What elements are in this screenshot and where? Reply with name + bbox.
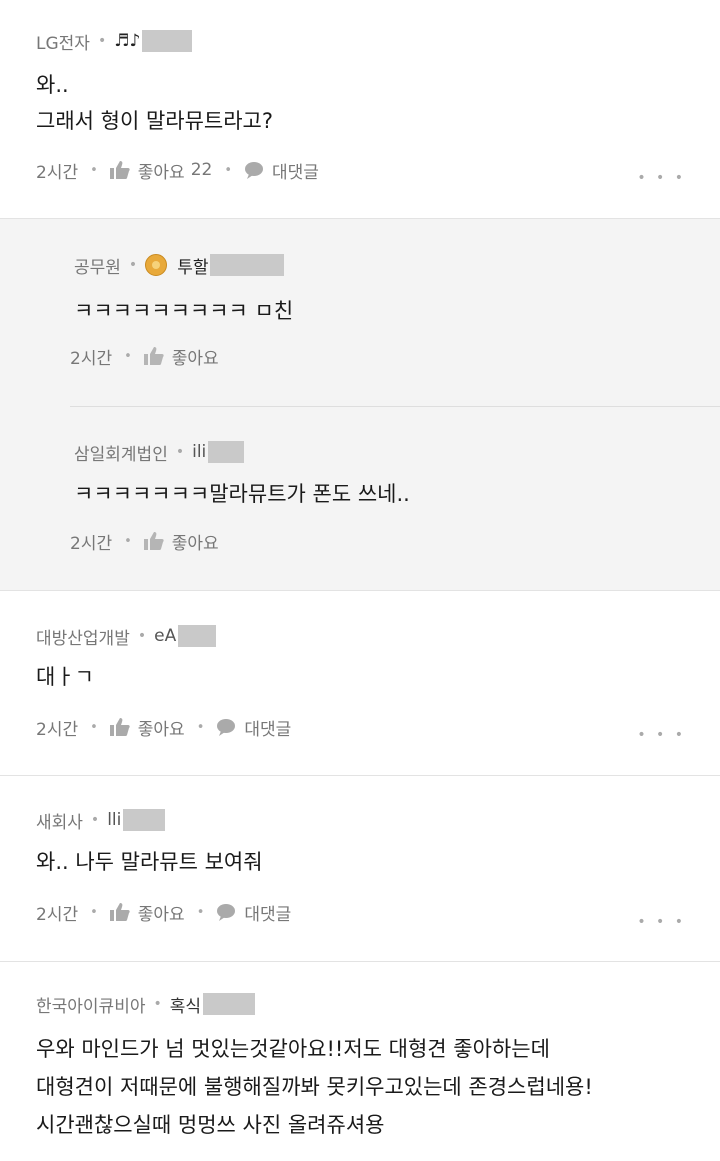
timestamp: 2시간 [36, 904, 79, 925]
separator-dot: • [90, 162, 98, 178]
reply-body: ㅋㅋㅋㅋㅋㅋㅋ말라뮤트가 폰도 쓰네.. [74, 476, 410, 512]
comment-meta: 새회사 • lli [36, 808, 166, 833]
reply-meta: 공무원 • 투할 [74, 253, 285, 278]
separator-dot: • [124, 348, 132, 364]
reply-button[interactable]: 대댓글 [244, 158, 319, 183]
like-button[interactable]: 좋아요 [109, 900, 185, 925]
more-dots-icon[interactable]: • • • [637, 914, 686, 930]
comment-body: 와.. 그래서 형이 말라뮤트라고? [36, 67, 273, 139]
thumbs-up-icon [143, 532, 164, 550]
reply-block: 공무원 • 투할 ㅋㅋㅋㅋㅋㅋㅋㅋㅋ ㅁ친 2시간 • 좋아요 삼일회계법인 •… [0, 219, 720, 591]
nickname[interactable]: ♬♪ [114, 31, 140, 51]
comment-2: 대방산업개발 • eA 대ㅏㄱ 2시간 • 좋아요 • 대댓글 • • • [0, 591, 720, 776]
comment-actions: 2시간 • 좋아요 22 • 대댓글 [36, 157, 319, 183]
like-button[interactable]: 좋아요 [143, 529, 219, 554]
blurred-nickname [142, 30, 193, 52]
comment-line: ㅋㅋㅋㅋㅋㅋㅋㅋㅋ ㅁ친 [74, 299, 294, 323]
blurred-nickname [210, 254, 285, 276]
reply-button[interactable]: 대댓글 [216, 715, 291, 740]
separator-dot: • [128, 257, 138, 273]
blurred-nickname [203, 993, 256, 1015]
reply-label: 대댓글 [244, 904, 292, 925]
reply-actions: 2시간 • 좋아요 [70, 528, 219, 554]
comment-body: 대ㅏㄱ [36, 659, 94, 695]
reply-1: 공무원 • 투할 ㅋㅋㅋㅋㅋㅋㅋㅋㅋ ㅁ친 2시간 • 좋아요 [70, 219, 720, 406]
separator-dot: • [90, 904, 98, 920]
like-label: 좋아요 [137, 904, 185, 925]
comment-actions: 2시간 • 좋아요 • 대댓글 [36, 899, 291, 925]
like-button[interactable]: 좋아요 [109, 715, 185, 740]
blurred-nickname [123, 809, 166, 831]
gold-badge-icon [145, 254, 168, 276]
comment-line: ㅋㅋㅋㅋㅋㅋㅋ말라뮤트가 폰도 쓰네.. [74, 482, 410, 506]
company-name[interactable]: 한국아이큐비아 [36, 992, 145, 1017]
company-name[interactable]: 새회사 [36, 808, 83, 833]
nickname[interactable]: lli [107, 810, 121, 830]
like-label: 좋아요 [171, 348, 219, 369]
comment-body: 우와 마인드가 넘 멋있는것같아요!!저도 대형견 좋아하는데 대형견이 저때문… [36, 1030, 593, 1144]
comment-meta: 대방산업개발 • eA [36, 624, 217, 649]
comment-4: 한국아이큐비아 • 혹식 우와 마인드가 넘 멋있는것같아요!!저도 대형견 좋… [0, 962, 720, 1161]
separator-dot: • [175, 444, 185, 460]
separator-dot: • [97, 33, 107, 49]
thumbs-up-icon [109, 161, 130, 179]
nickname[interactable]: eA [154, 626, 176, 646]
nickname[interactable]: ili [192, 442, 206, 462]
blurred-nickname [208, 441, 245, 463]
more-dots-icon[interactable]: • • • [637, 170, 686, 186]
separator-dot: • [137, 628, 147, 644]
nickname[interactable]: 혹식 [170, 992, 201, 1017]
reply-label: 대댓글 [244, 719, 292, 740]
comment-1: LG전자 • ♬♪ 와.. 그래서 형이 말라뮤트라고? 2시간 • 좋아요 2… [0, 0, 720, 219]
more-dots-icon[interactable]: • • • [637, 727, 686, 743]
reply-meta: 삼일회계법인 • ili [74, 440, 245, 465]
comment-line: 그래서 형이 말라뮤트라고? [36, 109, 274, 133]
thumbs-up-icon [109, 903, 130, 921]
comment-meta: 한국아이큐비아 • 혹식 [36, 992, 256, 1017]
like-button[interactable]: 좋아요 22 [109, 158, 213, 183]
timestamp: 2시간 [36, 719, 79, 740]
speech-bubble-icon [217, 719, 236, 736]
like-count: 22 [190, 160, 213, 180]
thumbs-up-icon [109, 718, 130, 736]
separator-dot: • [90, 812, 100, 828]
timestamp: 2시간 [70, 348, 113, 369]
separator-dot: • [90, 719, 98, 735]
like-button[interactable]: 좋아요 [143, 344, 219, 369]
comment-line: 와.. [36, 73, 69, 97]
comment-3: 새회사 • lli 와.. 나두 말라뮤트 보여줘 2시간 • 좋아요 • 대댓… [0, 776, 720, 962]
comment-line: 우와 마인드가 넘 멋있는것같아요!!저도 대형견 좋아하는데 [36, 1037, 550, 1061]
timestamp: 2시간 [36, 162, 79, 183]
company-name[interactable]: LG전자 [36, 29, 90, 54]
separator-dot: • [196, 719, 205, 735]
like-label: 좋아요 [137, 719, 185, 740]
speech-bubble-icon [245, 162, 264, 179]
blurred-nickname [178, 625, 217, 647]
thumbs-up-icon [143, 347, 164, 365]
company-name[interactable]: 삼일회계법인 [74, 440, 168, 465]
comment-line: 시간괜찮으실때 멍멍쓰 사진 올려쥬셔용 [36, 1113, 385, 1137]
timestamp: 2시간 [70, 533, 113, 554]
like-label: 좋아요 [137, 162, 185, 183]
separator-dot: • [196, 904, 205, 920]
reply-actions: 2시간 • 좋아요 [70, 343, 219, 369]
speech-bubble-icon [217, 904, 236, 921]
comment-line: 대ㅏㄱ [36, 665, 94, 689]
comment-line: 대형견이 저때문에 불행해질까봐 못키우고있는데 존경스럽네용! [36, 1075, 593, 1099]
like-label: 좋아요 [171, 533, 219, 554]
reply-2: 삼일회계법인 • ili ㅋㅋㅋㅋㅋㅋㅋ말라뮤트가 폰도 쓰네.. 2시간 • … [70, 406, 720, 590]
company-name[interactable]: 공무원 [74, 253, 121, 278]
nickname[interactable]: 투할 [177, 253, 208, 278]
separator-dot: • [124, 533, 132, 549]
comment-meta: LG전자 • ♬♪ [36, 29, 193, 54]
comment-body: 와.. 나두 말라뮤트 보여줘 [36, 844, 263, 880]
reply-body: ㅋㅋㅋㅋㅋㅋㅋㅋㅋ ㅁ친 [74, 293, 293, 329]
reply-label: 대댓글 [272, 162, 319, 183]
comment-line: 와.. 나두 말라뮤트 보여줘 [36, 850, 263, 874]
company-name[interactable]: 대방산업개발 [36, 624, 130, 649]
separator-dot: • [153, 996, 162, 1012]
separator-dot: • [224, 162, 233, 178]
reply-button[interactable]: 대댓글 [216, 900, 291, 925]
comment-actions: 2시간 • 좋아요 • 대댓글 [36, 714, 291, 740]
